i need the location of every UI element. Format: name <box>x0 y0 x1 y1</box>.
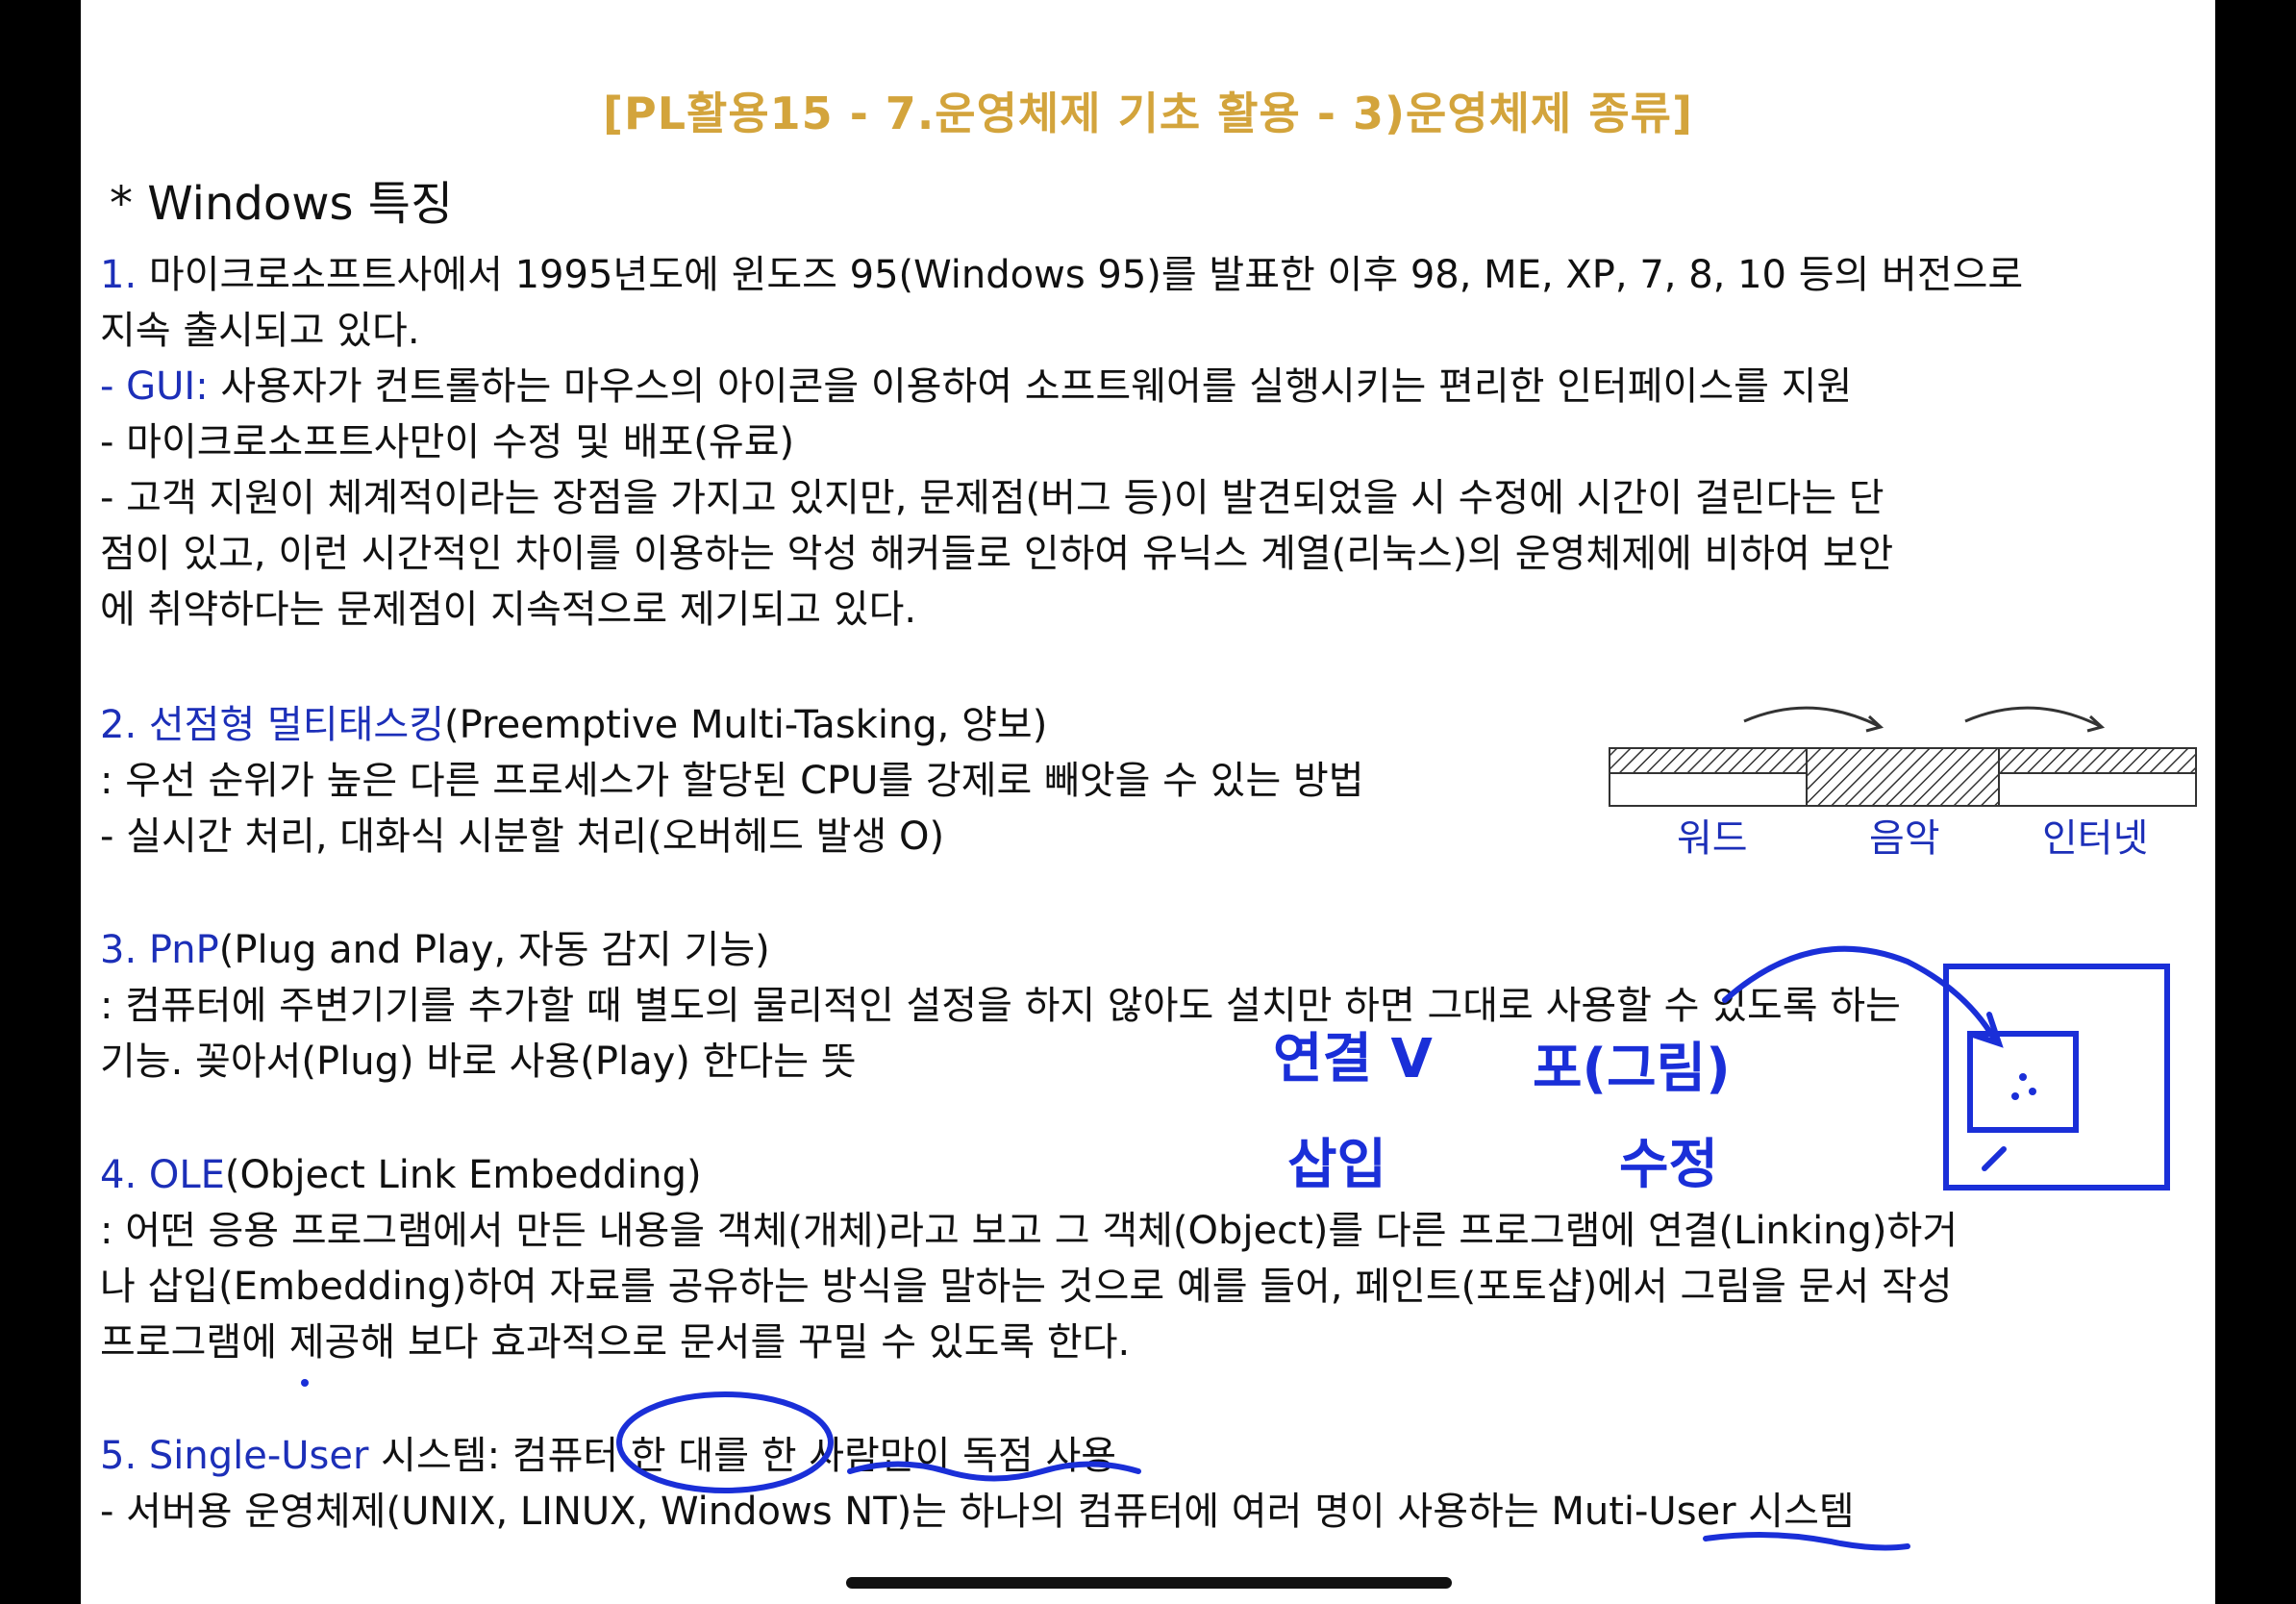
item4-title-blue: 4. OLE <box>100 1153 225 1197</box>
ink-outer-box <box>1943 964 2170 1190</box>
item1-bullet2: - 마이크로소프트사만이 수정 및 배포(유료) <box>100 420 795 464</box>
item4-title-rest: (Object Link Embedding) <box>224 1153 702 1197</box>
arrow-music-to-internet <box>1964 706 2101 728</box>
item3-line2: 기능. 꽂아서(Plug) 바로 사용(Play) 한다는 뜻 <box>100 1040 857 1084</box>
document-page: [PL활용15 - 7.운영체제 기초 활용 - 3)운영체제 종류] * Wi… <box>81 0 2215 1604</box>
ink-text-insert: 삽입 <box>1287 1134 1386 1196</box>
ink-inner-box <box>1967 1031 2079 1133</box>
home-indicator[interactable] <box>846 1577 1452 1589</box>
item5-title-rest: 시스템: 컴퓨터 한 대를 한 사람만이 독점 사용 <box>381 1434 1117 1478</box>
item3-title: 3. PnP(Plug and Play, 자동 감지 기능) <box>100 923 770 977</box>
word-segment-bottom <box>1609 772 1808 807</box>
music-segment <box>1806 747 2000 807</box>
label-word: 워드 <box>1677 816 1748 861</box>
internet-segment-bottom <box>1998 772 2197 807</box>
item5-title: 5. Single-User 시스템: 컴퓨터 한 대를 한 사람만이 독점 사… <box>100 1429 1116 1483</box>
item1-bullet3-line1: - 고객 지원이 체계적이라는 장점을 가지고 있지만, 문제점(버그 등)이 … <box>100 476 1884 520</box>
item2-title-blue: 2. 선점형 멀티태스킹 <box>100 703 444 747</box>
item5-title-blue: 5. Single-User <box>100 1434 369 1478</box>
gui-text: 사용자가 컨트롤하는 마우스의 아이콘을 이용하여 소프트웨어를 실행시키는 편… <box>220 364 1853 409</box>
item5-line1: - 서버용 운영체제(UNIX, LINUX, Windows NT)는 하나의… <box>100 1490 1855 1534</box>
item4-line3: 프로그램에 제공해 보다 효과적으로 문서를 꾸밀 수 있도록 한다. <box>100 1320 1131 1365</box>
item3-line1: : 컴퓨터에 주변기기를 추가할 때 별도의 물리적인 설정을 하지 않아도 설… <box>100 984 1901 1028</box>
item4-line1: : 어떤 응용 프로그램에서 만든 내용을 객체(개체)라고 보고 그 객체(O… <box>100 1209 1959 1253</box>
item3-title-blue: 3. PnP <box>100 928 219 972</box>
item1-gui-line: - GUI: 사용자가 컨트롤하는 마우스의 아이콘을 이용하여 소프트웨어를 … <box>100 360 1852 414</box>
item1-bullet3-line2: 점이 있고, 이런 시간적인 차이를 이용하는 악성 해커들로 인하여 유닉스 … <box>100 532 1894 576</box>
item1-bullet3-line3: 에 취약하다는 문제점이 지속적으로 제기되고 있다. <box>100 588 917 632</box>
ink-text-modify: 수정 <box>1619 1134 1718 1196</box>
arrow-word-to-music <box>1743 706 1880 728</box>
item2-title-rest: (Preemptive Multi-Tasking, 양보) <box>444 703 1048 747</box>
multitasking-diagram: 워드 음악 인터넷 <box>1609 706 2197 861</box>
item2-title: 2. 선점형 멀티태스킹(Preemptive Multi-Tasking, 양… <box>100 698 1047 752</box>
ink-text-link: 연결 V <box>1273 1028 1434 1090</box>
label-music: 음악 <box>1869 816 1940 861</box>
section-heading: * Windows 특징 <box>110 177 454 231</box>
ink-text-paste: 포(그림) <box>1533 1038 1731 1100</box>
label-internet: 인터넷 <box>2042 816 2148 861</box>
item1-text1: 마이크로소프트사에서 1995년도에 윈도즈 95(Windows 95)를 발… <box>148 253 2024 297</box>
item4-line2: 나 삽입(Embedding)하여 자료를 공유하는 방식을 말하는 것으로 예… <box>100 1265 1953 1309</box>
item3-title-rest: (Plug and Play, 자동 감지 기능) <box>218 928 770 972</box>
item1-line1: 1. 마이크로소프트사에서 1995년도에 윈도즈 95(Windows 95)… <box>100 248 2023 302</box>
item1-line2: 지속 출시되고 있다. <box>100 309 420 353</box>
item4-title: 4. OLE(Object Link Embedding) <box>100 1148 702 1202</box>
item2-line2: - 실시간 처리, 대화식 시분할 처리(오버헤드 발생 O) <box>100 815 945 859</box>
page-title: [PL활용15 - 7.운영체제 기초 활용 - 3)운영체제 종류] <box>602 88 1693 139</box>
gui-label: - GUI: <box>100 364 209 409</box>
word-segment-top <box>1609 747 1808 774</box>
item1-number: 1. <box>100 253 137 297</box>
internet-segment-top <box>1998 747 2197 774</box>
item2-line1: : 우선 순위가 높은 다른 프로세스가 할당된 CPU를 강제로 빼앗을 수 … <box>100 759 1364 803</box>
